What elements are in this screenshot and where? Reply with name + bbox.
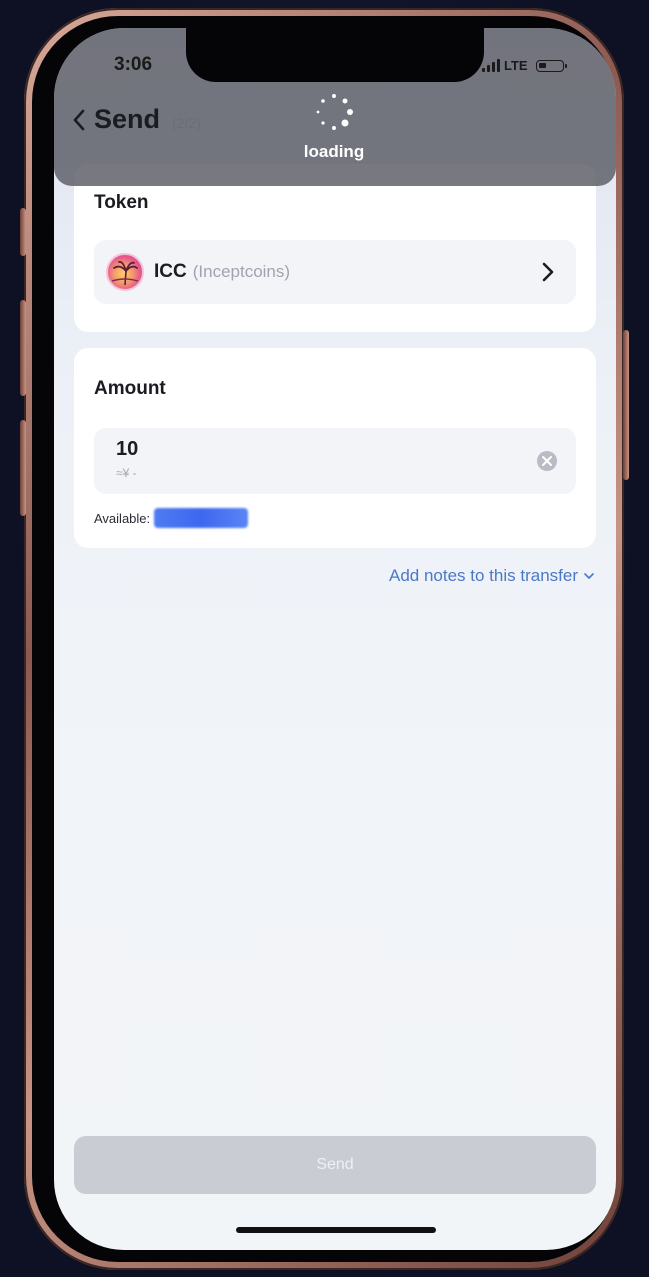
- amount-input[interactable]: [116, 438, 496, 461]
- status-indicators: LTE: [482, 58, 567, 73]
- spinner-icon: [316, 94, 353, 130]
- amount-section-title: Amount: [94, 378, 166, 399]
- signal-icon: [482, 59, 500, 72]
- token-section-title: Token: [94, 192, 149, 213]
- chevron-left-icon: [73, 109, 85, 130]
- power-button: [623, 330, 629, 480]
- token-symbol: ICC: [154, 261, 187, 282]
- back-button[interactable]: Send (2/2): [72, 104, 201, 135]
- available-balance: Available:: [94, 508, 249, 528]
- send-button[interactable]: Send: [74, 1136, 596, 1194]
- volume-up-button: [20, 300, 26, 396]
- token-card: Token ICC (Inceptcoins): [74, 164, 596, 332]
- battery-icon: [535, 59, 567, 72]
- page-title: Send: [94, 104, 161, 134]
- silent-switch: [20, 208, 26, 256]
- page-background: 3:06 LTE Send (2/2) loading Token ICC (I…: [0, 0, 649, 1277]
- token-logo: [106, 253, 144, 291]
- home-indicator: [236, 1227, 436, 1233]
- add-notes-label: Add notes to this transfer: [389, 566, 578, 585]
- notch: [186, 28, 484, 82]
- network-type: LTE: [504, 58, 528, 73]
- phone-screen: 3:06 LTE Send (2/2) loading Token ICC (I…: [54, 28, 616, 1250]
- redacted-balance: [154, 508, 249, 528]
- fiat-estimate: ≈¥ -: [116, 466, 137, 480]
- step-indicator: (2/2): [172, 114, 201, 131]
- chevron-right-icon: [542, 262, 554, 282]
- loading-label: loading: [303, 142, 365, 161]
- status-time: 3:06: [114, 54, 153, 75]
- loading-indicator: loading: [284, 92, 384, 176]
- amount-card: Amount ≈¥ - Available:: [74, 348, 596, 548]
- available-label: Available:: [94, 510, 151, 526]
- token-name: (Inceptcoins): [192, 262, 291, 281]
- token-selector[interactable]: ICC (Inceptcoins): [94, 240, 576, 304]
- add-notes-link[interactable]: Add notes to this transfer: [389, 566, 594, 586]
- chevron-down-icon: [584, 572, 594, 579]
- clear-icon[interactable]: [536, 450, 558, 472]
- volume-down-button: [20, 420, 26, 516]
- amount-field-container: ≈¥ -: [94, 428, 576, 494]
